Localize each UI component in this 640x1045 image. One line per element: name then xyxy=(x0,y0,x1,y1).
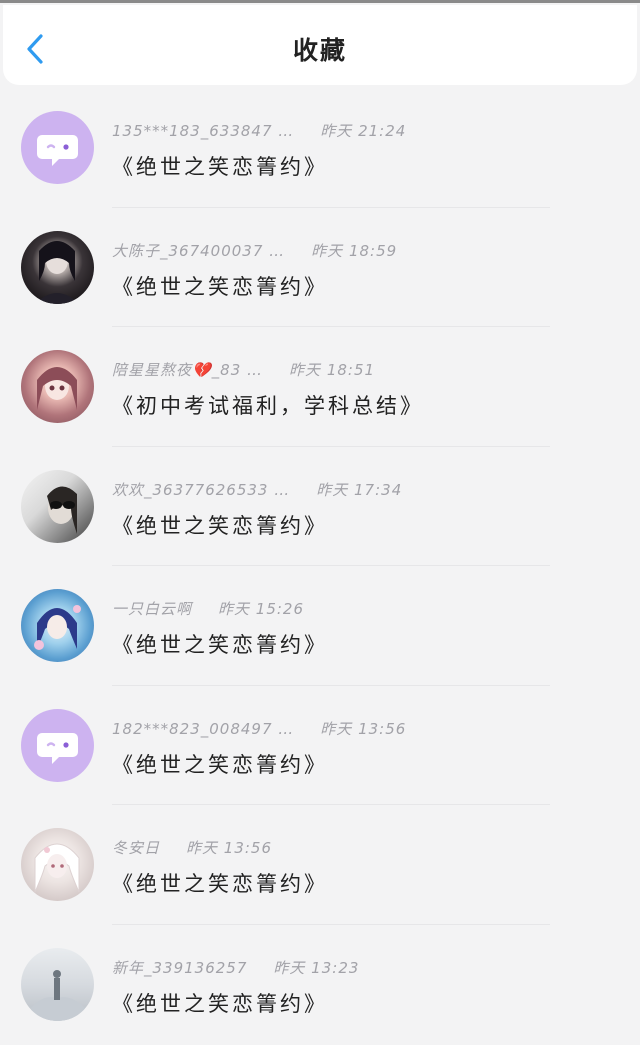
message-text[interactable]: 《绝世之笑恋箐约》 xyxy=(112,510,328,540)
avatar xyxy=(21,708,94,782)
message-text[interactable]: 《绝世之笑恋箐约》 xyxy=(112,749,328,779)
message-text[interactable]: 《初中考试福利，学科总结》 xyxy=(112,390,424,420)
avatar xyxy=(21,230,94,304)
username[interactable]: 182***823_008497 … xyxy=(112,720,294,738)
list-item[interactable]: 大陈子_367400037 … 昨天 18:59 《绝世之笑恋箐约》 xyxy=(0,208,640,327)
item-meta: 大陈子_367400037 … 昨天 18:59 xyxy=(112,240,397,261)
username[interactable]: 一只白云啊 xyxy=(112,600,192,618)
timestamp: 昨天 18:51 xyxy=(289,361,376,379)
favorites-list: 135***183_633847 … 昨天 21:24 《绝世之笑恋箐约》 大陈子… xyxy=(0,88,640,1044)
username[interactable]: 135***183_633847 … xyxy=(112,122,294,140)
message-text[interactable]: 《绝世之笑恋箐约》 xyxy=(112,271,328,301)
avatar xyxy=(21,828,94,901)
username[interactable]: 冬安日 xyxy=(112,839,160,857)
item-meta: 一只白云啊 昨天 15:26 xyxy=(112,598,304,619)
message-text[interactable]: 《绝世之笑恋箐约》 xyxy=(112,151,328,181)
list-item[interactable]: 新年_339136257 昨天 13:23 《绝世之笑恋箐约》 xyxy=(0,925,640,1045)
user-photo-icon xyxy=(47,485,77,534)
item-meta: 陪星星熬夜💔_83 … 昨天 18:51 xyxy=(112,359,375,380)
status-strip xyxy=(0,0,640,3)
message-text[interactable]: 《绝世之笑恋箐约》 xyxy=(112,868,328,898)
list-item[interactable]: 182***823_008497 … 昨天 13:56 《绝世之笑恋箐约》 xyxy=(0,686,640,805)
item-meta: 欢欢_36377626533 … 昨天 17:34 xyxy=(112,479,402,500)
user-photo-icon xyxy=(35,240,79,304)
user-photo-icon xyxy=(34,843,80,893)
list-item[interactable]: 欢欢_36377626533 … 昨天 17:34 《绝世之笑恋箐约》 xyxy=(0,447,640,566)
avatar xyxy=(21,947,94,1021)
page-title: 收藏 xyxy=(292,36,347,65)
item-meta: 新年_339136257 昨天 13:23 xyxy=(112,957,359,978)
username[interactable]: 陪星星熬夜💔_83 … xyxy=(112,361,263,379)
avatar xyxy=(21,350,94,423)
nav-header: 收藏 xyxy=(3,5,637,85)
avatar xyxy=(21,111,94,184)
timestamp: 昨天 18:59 xyxy=(311,241,398,260)
message-text[interactable]: 《绝世之笑恋箐约》 xyxy=(112,629,328,659)
list-item[interactable]: 冬安日 昨天 13:56 《绝世之笑恋箐约》 xyxy=(0,805,640,925)
user-photo-icon xyxy=(37,367,77,410)
timestamp: 昨天 13:23 xyxy=(273,958,360,977)
timestamp: 昨天 15:26 xyxy=(218,600,305,618)
avatar xyxy=(21,469,94,543)
chat-bubble-icon xyxy=(37,732,78,764)
message-text[interactable]: 《绝世之笑恋箐约》 xyxy=(112,988,328,1018)
user-photo-icon xyxy=(34,605,81,650)
item-meta: 冬安日 昨天 13:56 xyxy=(112,837,272,858)
username[interactable]: 大陈子_367400037 … xyxy=(112,242,285,260)
username[interactable]: 欢欢_36377626533 … xyxy=(112,481,290,499)
list-item[interactable]: 陪星星熬夜💔_83 … 昨天 18:51 《初中考试福利，学科总结》 xyxy=(0,327,640,447)
list-item[interactable]: 一只白云啊 昨天 15:26 《绝世之笑恋箐约》 xyxy=(0,566,640,686)
timestamp: 昨天 17:34 xyxy=(316,480,403,499)
item-meta: 135***183_633847 … 昨天 21:24 xyxy=(112,120,406,141)
timestamp: 昨天 13:56 xyxy=(186,839,273,857)
avatar xyxy=(21,589,94,662)
list-item[interactable]: 135***183_633847 … 昨天 21:24 《绝世之笑恋箐约》 xyxy=(0,88,640,208)
item-meta: 182***823_008497 … 昨天 13:56 xyxy=(112,718,406,739)
username[interactable]: 新年_339136257 xyxy=(112,959,247,977)
timestamp: 昨天 13:56 xyxy=(320,719,407,738)
user-photo-icon xyxy=(31,969,85,1021)
chat-bubble-icon xyxy=(37,135,78,166)
timestamp: 昨天 21:24 xyxy=(320,122,407,140)
